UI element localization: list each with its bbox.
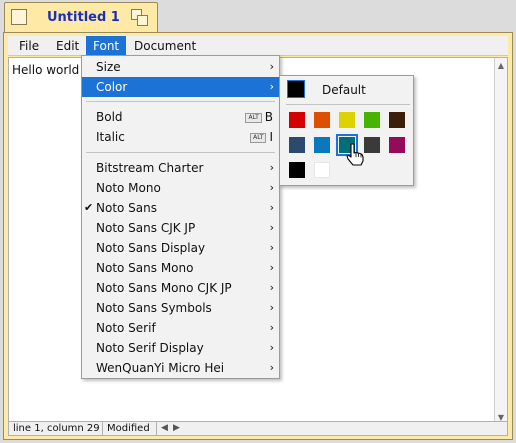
submenu-arrow-icon: › <box>269 161 274 174</box>
menu-item-label: Color <box>96 80 128 94</box>
vertical-scrollbar[interactable]: ▲ ▼ <box>494 58 507 426</box>
menu-item-font[interactable]: Bitstream Charter › <box>82 158 279 178</box>
submenu-arrow-icon: › <box>269 201 274 214</box>
submenu-arrow-icon: › <box>269 281 274 294</box>
submenu-arrow-icon: › <box>269 341 274 354</box>
menu-document[interactable]: Document <box>127 36 203 56</box>
menu-item-font[interactable]: Noto Serif › <box>82 318 279 338</box>
alt-key-icon: ALT <box>245 113 262 123</box>
default-color-swatch <box>287 80 305 98</box>
menu-item-font[interactable]: Noto Mono › <box>82 178 279 198</box>
color-swatch[interactable] <box>339 112 355 128</box>
menu-edit[interactable]: Edit <box>49 36 86 56</box>
color-submenu: Default <box>279 75 414 186</box>
menu-separator <box>286 104 410 105</box>
color-swatch[interactable] <box>314 162 330 178</box>
menu-item-label: Noto Serif <box>96 321 156 335</box>
status-bar: line 1, column 29 Modified ◀ ▶ <box>8 421 508 436</box>
zoom-icon[interactable] <box>131 9 149 27</box>
submenu-arrow-icon: › <box>269 80 274 93</box>
check-icon: ✔ <box>84 201 94 214</box>
menu-separator <box>86 152 275 153</box>
color-swatch[interactable] <box>389 112 405 128</box>
color-swatch[interactable] <box>289 112 305 128</box>
menu-item-label: Bitstream Charter <box>96 161 204 175</box>
window-menu-icon[interactable] <box>11 9 27 25</box>
editor-text[interactable]: Hello world! I <box>12 63 91 77</box>
submenu-arrow-icon: › <box>269 221 274 234</box>
menu-item-bold[interactable]: Bold ALT B <box>82 107 279 127</box>
scroll-up-icon[interactable]: ▲ <box>495 60 507 72</box>
menu-item-label: WenQuanYi Micro Hei <box>96 361 225 375</box>
menubar: File Edit Font Document <box>8 36 508 56</box>
menu-item-label: Noto Sans Symbols <box>96 301 212 315</box>
menu-file[interactable]: File <box>12 36 46 56</box>
menu-item-font[interactable]: Noto Sans Symbols › <box>82 298 279 318</box>
menu-item-font[interactable]: Noto Sans Mono CJK JP › <box>82 278 279 298</box>
submenu-arrow-icon: › <box>269 361 274 374</box>
menu-font[interactable]: Font <box>86 36 127 56</box>
submenu-arrow-icon: › <box>269 241 274 254</box>
italic-shortcut: ALT I <box>250 127 273 147</box>
modified-status: Modified <box>103 422 157 435</box>
menu-separator <box>86 101 275 102</box>
menu-item-label: Noto Sans CJK JP <box>96 221 196 235</box>
menu-item-font[interactable]: Noto Sans Display › <box>82 238 279 258</box>
menu-item-label: Noto Mono <box>96 181 161 195</box>
scroll-left-icon[interactable]: ◀ <box>161 422 168 435</box>
submenu-arrow-icon: › <box>269 60 274 73</box>
font-menu: Size › Color › Bold ALT B Italic ALT I Bit… <box>81 55 280 379</box>
cursor-position: line 1, column 29 <box>9 422 103 435</box>
color-swatch[interactable] <box>289 137 305 153</box>
default-color-item[interactable]: Default <box>286 80 408 100</box>
menu-item-label: Italic <box>96 130 125 144</box>
color-swatch[interactable] <box>314 112 330 128</box>
color-swatch[interactable] <box>289 162 305 178</box>
menu-item-font[interactable]: Noto Sans CJK JP › <box>82 218 279 238</box>
submenu-arrow-icon: › <box>269 321 274 334</box>
scroll-right-icon[interactable]: ▶ <box>173 422 180 435</box>
menu-item-font[interactable]: Noto Serif Display › <box>82 338 279 358</box>
default-color-label: Default <box>322 83 366 97</box>
alt-key-icon: ALT <box>250 133 267 143</box>
menu-item-label: Size <box>96 60 121 74</box>
bold-shortcut: ALT B <box>245 107 273 127</box>
hand-cursor-icon <box>346 143 364 166</box>
submenu-arrow-icon: › <box>269 261 274 274</box>
menu-item-font[interactable]: Noto Sans Mono › <box>82 258 279 278</box>
horizontal-scrollbar[interactable]: ◀ ▶ <box>159 422 489 435</box>
menu-item-label: Noto Sans <box>96 201 158 215</box>
color-swatch[interactable] <box>389 137 405 153</box>
menu-item-font[interactable]: WenQuanYi Micro Hei › <box>82 358 279 378</box>
menu-item-label: Bold <box>96 110 123 124</box>
menu-item-label: Noto Sans Mono CJK JP <box>96 281 232 295</box>
submenu-arrow-icon: › <box>269 181 274 194</box>
menu-item-font[interactable]: ✔ Noto Sans › <box>82 198 279 218</box>
window-title-tab[interactable]: Untitled 1 <box>4 2 158 33</box>
window-title: Untitled 1 <box>47 10 120 25</box>
menu-item-label: Noto Serif Display <box>96 341 204 355</box>
menu-item-italic[interactable]: Italic ALT I <box>82 127 279 147</box>
submenu-arrow-icon: › <box>269 301 274 314</box>
menu-item-label: Noto Sans Mono <box>96 261 194 275</box>
menu-item-size[interactable]: Size › <box>82 57 279 77</box>
menu-item-label: Noto Sans Display <box>96 241 206 255</box>
color-swatch[interactable] <box>314 137 330 153</box>
menu-item-color[interactable]: Color › <box>82 77 279 97</box>
color-swatch[interactable] <box>364 112 380 128</box>
